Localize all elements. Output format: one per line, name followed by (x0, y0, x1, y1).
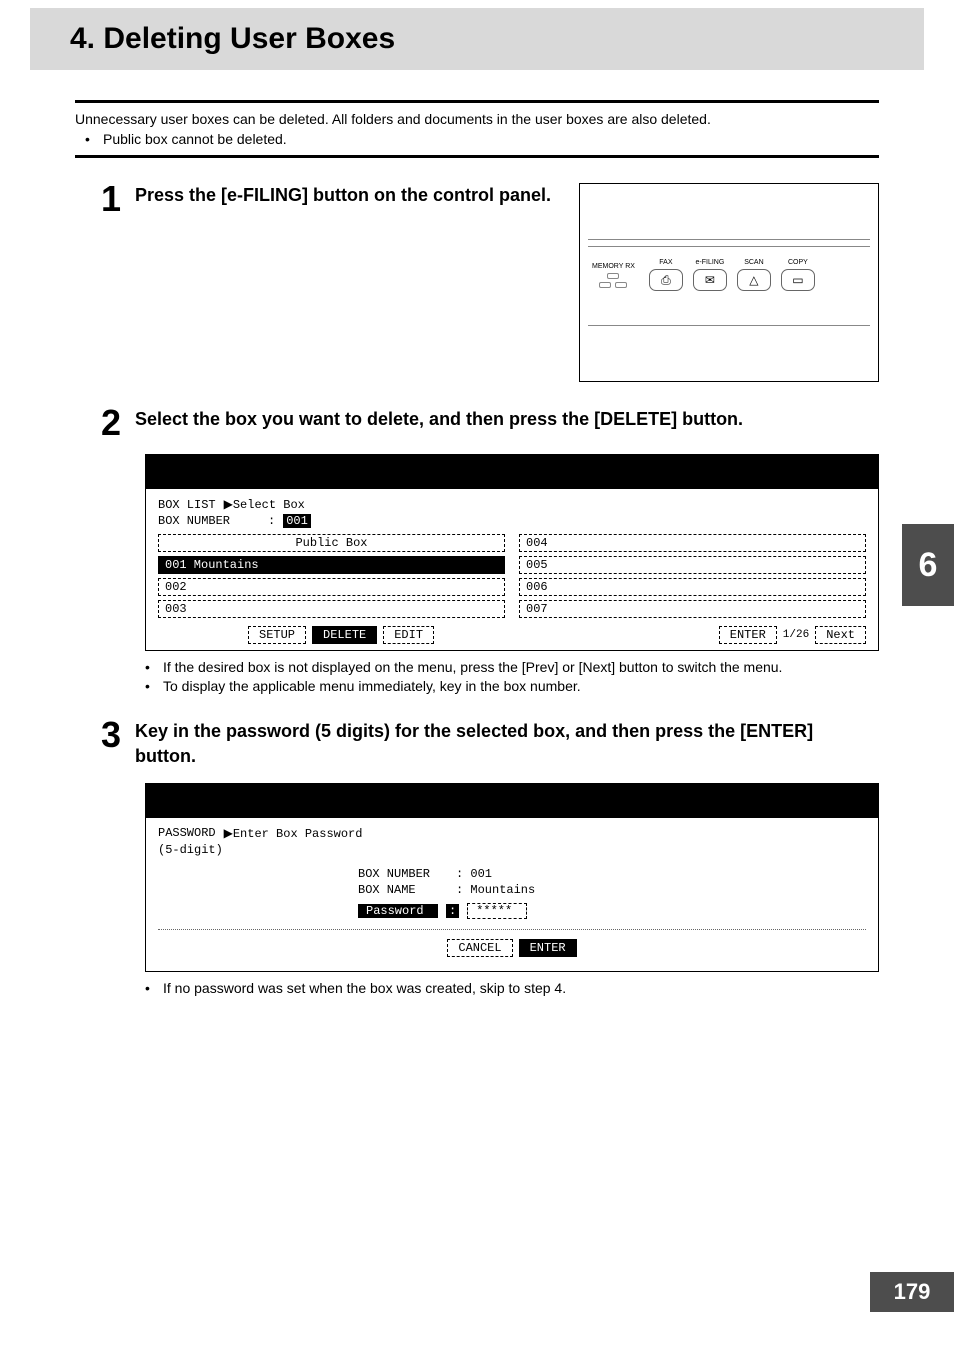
lcd-box-grid: Public Box 004 001 Mountains 005 002 006… (158, 534, 866, 618)
intro-paragraph: Unnecessary user boxes can be deleted. A… (75, 111, 879, 127)
fax-icon: ⎙ (661, 273, 671, 288)
lcd3-digits-hint: (5-digit) (158, 843, 223, 857)
delete-button[interactable]: DELETE (312, 626, 377, 644)
efiling-button: e-FILING ✉ (693, 259, 727, 291)
mail-icon: ✉ (705, 273, 715, 287)
step-2-note-2: To display the applicable menu immediate… (163, 678, 581, 694)
box-item-002[interactable]: 002 (158, 578, 505, 596)
efiling-label: e-FILING (696, 259, 725, 266)
intro-bullet-text: Public box cannot be deleted. (103, 131, 287, 147)
step-3-notes: •If no password was set when the box was… (145, 980, 879, 996)
lcd-select-box-prompt: ▶Select Box (224, 497, 305, 512)
step-1: 1 Press the [e-FILING] button on the con… (93, 183, 879, 382)
page-number: 179 (870, 1272, 954, 1312)
enter-button[interactable]: ENTER (719, 626, 777, 644)
lcd-colon: : (268, 514, 275, 528)
step-2-notes: •If the desired box is not displayed on … (145, 659, 879, 694)
bullet-dot: • (85, 131, 93, 147)
lcd-box-list-label: BOX LIST (158, 498, 216, 512)
lcd3-box-number-value: : 001 (456, 867, 492, 881)
step-number: 1 (93, 183, 121, 215)
box-item-001-mountains[interactable]: 001 Mountains (158, 556, 505, 574)
content-area: Unnecessary user boxes can be deleted. A… (75, 100, 879, 996)
box-item-007[interactable]: 007 (519, 600, 866, 618)
box-item-006[interactable]: 006 (519, 578, 866, 596)
box-item-004[interactable]: 004 (519, 534, 866, 552)
copy-label: COPY (788, 259, 808, 266)
copy-icon: ▭ (792, 273, 803, 287)
intro-bullet: • Public box cannot be deleted. (85, 131, 879, 147)
lcd3-password-label: PASSWORD (158, 826, 216, 840)
lcd-password: PASSWORD ▶Enter Box Password (5-digit) B… (145, 783, 879, 972)
scan-label: SCAN (744, 259, 763, 266)
fax-label: FAX (659, 259, 672, 266)
lcd3-box-name-label: BOX NAME (358, 883, 448, 897)
box-item-public[interactable]: Public Box (158, 534, 505, 552)
lcd-box-number-value: 001 (283, 514, 311, 528)
lcd-box-number-label: BOX NUMBER (158, 514, 230, 528)
step-1-title: Press the [e-FILING] button on the contr… (135, 183, 559, 207)
next-button[interactable]: Next (815, 626, 866, 644)
step-2: 2 Select the box you want to delete, and… (93, 407, 879, 439)
memory-rx-indicator: MEMORY RX (592, 263, 635, 288)
step-2-title: Select the box you want to delete, and t… (135, 407, 879, 431)
lcd3-password-colon: : (446, 904, 459, 918)
lcd3-password-field-label: Password (358, 904, 438, 918)
control-panel-illustration: MEMORY RX FAX ⎙ e-FILING ✉ SCAN △ (579, 183, 879, 382)
step-number: 2 (93, 407, 121, 439)
lcd3-box-name-value: : Mountains (456, 883, 535, 897)
page-indicator: 1/26 (783, 629, 809, 641)
fax-button: FAX ⎙ (649, 259, 683, 291)
box-item-003[interactable]: 003 (158, 600, 505, 618)
lcd-box-list: BOX LIST ▶Select Box BOX NUMBER : 001 Pu… (145, 454, 879, 651)
lcd3-prompt: ▶Enter Box Password (224, 826, 363, 841)
section-title: 4. Deleting User Boxes (70, 22, 924, 56)
lcd-header-bar (146, 784, 878, 818)
rule-bottom (75, 155, 879, 158)
cancel-button[interactable]: CANCEL (447, 939, 512, 957)
enter-button[interactable]: ENTER (519, 939, 577, 957)
step-3-note-1: If no password was set when the box was … (163, 980, 566, 996)
scan-icon: △ (749, 273, 758, 287)
copy-button: COPY ▭ (781, 259, 815, 291)
box-item-005[interactable]: 005 (519, 556, 866, 574)
scan-button: SCAN △ (737, 259, 771, 291)
step-2-note-1: If the desired box is not displayed on t… (163, 659, 782, 675)
lcd3-box-number-label: BOX NUMBER (358, 867, 448, 881)
section-title-banner: 4. Deleting User Boxes (30, 8, 924, 70)
step-3-title: Key in the password (5 digits) for the s… (135, 719, 879, 768)
chapter-tab: 6 (902, 524, 954, 606)
rule-top (75, 100, 879, 103)
step-number: 3 (93, 719, 121, 751)
step-3: 3 Key in the password (5 digits) for the… (93, 719, 879, 768)
memory-rx-label: MEMORY RX (592, 263, 635, 270)
lcd3-password-input[interactable]: ***** (467, 903, 527, 919)
setup-button[interactable]: SETUP (248, 626, 306, 644)
lcd-header-bar (146, 455, 878, 489)
edit-button[interactable]: EDIT (383, 626, 434, 644)
